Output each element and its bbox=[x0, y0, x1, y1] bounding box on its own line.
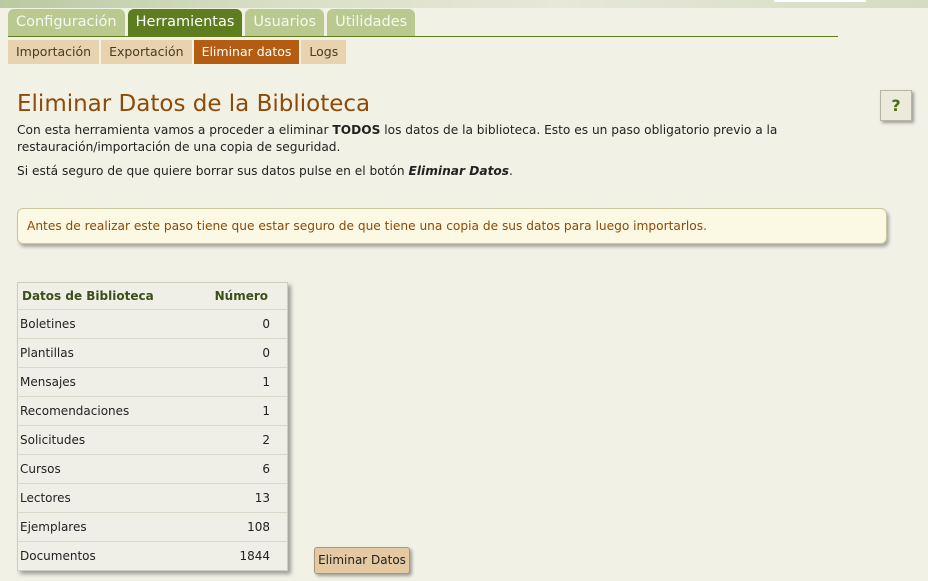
instruction-text: Si está seguro de que quiere borrar sus … bbox=[17, 164, 513, 178]
banner-search-box bbox=[774, 0, 866, 2]
table-row: Boletines 0 bbox=[18, 309, 287, 338]
table-row: Mensajes 1 bbox=[18, 367, 287, 396]
instruction-part1: Si está seguro de que quiere borrar sus … bbox=[17, 164, 409, 178]
row-value: 1844 bbox=[239, 549, 270, 563]
help-button[interactable]: ? bbox=[880, 90, 912, 121]
table-row: Documentos 1844 bbox=[18, 541, 287, 570]
subtab-logs[interactable]: Logs bbox=[301, 40, 347, 64]
row-value: 0 bbox=[262, 346, 270, 360]
row-value: 13 bbox=[254, 491, 270, 505]
row-label: Mensajes bbox=[20, 375, 76, 389]
table-header: Datos de Biblioteca Número bbox=[18, 283, 287, 309]
row-label: Boletines bbox=[20, 317, 76, 331]
subtab-eliminar-datos[interactable]: Eliminar datos bbox=[193, 40, 300, 64]
tab-utilidades[interactable]: Utilidades bbox=[327, 9, 416, 36]
table-row: Solicitudes 2 bbox=[18, 425, 287, 454]
page-title: Eliminar Datos de la Biblioteca bbox=[17, 91, 371, 117]
intro-text: Con esta herramienta vamos a proceder a … bbox=[17, 122, 912, 156]
warning-box: Antes de realizar este paso tiene que es… bbox=[17, 208, 887, 244]
row-label: Cursos bbox=[20, 462, 61, 476]
row-label: Lectores bbox=[20, 491, 71, 505]
row-label: Recomendaciones bbox=[20, 404, 130, 418]
sub-tabs: Importación Exportación Eliminar datos L… bbox=[8, 40, 347, 64]
intro-bold: TODOS bbox=[332, 123, 381, 137]
delete-data-button[interactable]: Eliminar Datos bbox=[314, 547, 410, 574]
tab-herramientas[interactable]: Herramientas bbox=[127, 9, 243, 36]
row-value: 108 bbox=[247, 520, 270, 534]
table-row: Cursos 6 bbox=[18, 454, 287, 483]
table-row: Plantillas 0 bbox=[18, 338, 287, 367]
table-row: Lectores 13 bbox=[18, 483, 287, 512]
instruction-part2: . bbox=[509, 164, 513, 178]
header-datos: Datos de Biblioteca bbox=[22, 289, 154, 303]
main-tabs: Configuración Herramientas Usuarios Util… bbox=[8, 9, 838, 37]
tab-usuarios[interactable]: Usuarios bbox=[245, 9, 325, 36]
row-value: 1 bbox=[262, 404, 270, 418]
top-banner bbox=[0, 0, 928, 8]
instruction-emphasis: Eliminar Datos bbox=[408, 164, 510, 178]
library-data-table: Datos de Biblioteca Número Boletines 0 P… bbox=[17, 282, 288, 571]
header-numero: Número bbox=[214, 289, 268, 303]
intro-part1: Con esta herramienta vamos a proceder a … bbox=[17, 123, 333, 137]
row-value: 1 bbox=[262, 375, 270, 389]
row-value: 2 bbox=[262, 433, 270, 447]
table-row: Ejemplares 108 bbox=[18, 512, 287, 541]
row-value: 6 bbox=[262, 462, 270, 476]
subtab-exportacion[interactable]: Exportación bbox=[101, 40, 192, 64]
row-label: Plantillas bbox=[20, 346, 74, 360]
table-row: Recomendaciones 1 bbox=[18, 396, 287, 425]
row-label: Solicitudes bbox=[20, 433, 86, 447]
row-value: 0 bbox=[262, 317, 270, 331]
tab-configuracion[interactable]: Configuración bbox=[8, 9, 125, 36]
subtab-importacion[interactable]: Importación bbox=[8, 40, 100, 64]
row-label: Ejemplares bbox=[20, 520, 87, 534]
row-label: Documentos bbox=[20, 549, 96, 563]
